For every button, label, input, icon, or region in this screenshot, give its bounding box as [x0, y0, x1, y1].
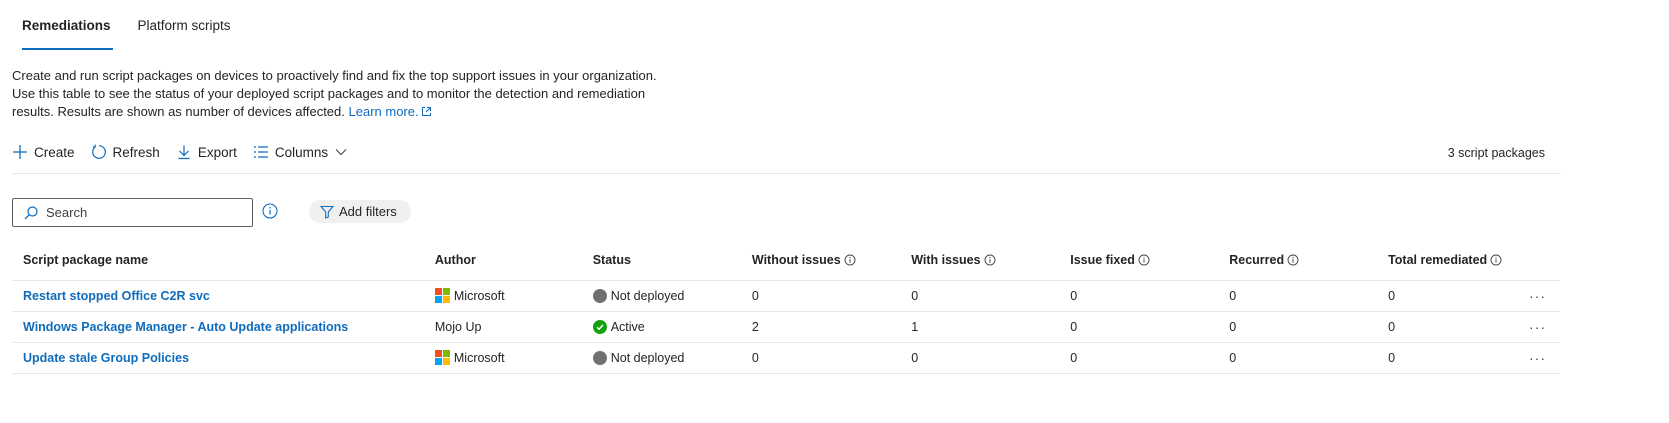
- script-packages-table: Script package name Author Status Withou…: [12, 240, 1560, 374]
- info-icon[interactable]: [1287, 254, 1299, 266]
- header-status[interactable]: Status: [581, 240, 741, 281]
- issue-fixed-value: 0: [1059, 311, 1219, 343]
- chevron-down-icon: [335, 149, 347, 156]
- info-icon: [262, 203, 278, 219]
- tab-remediations[interactable]: Remediations: [22, 0, 113, 50]
- more-options-icon[interactable]: ···: [1502, 311, 1560, 343]
- recurred-value: 0: [1218, 342, 1378, 374]
- header-total-remediated[interactable]: Total remediated: [1377, 240, 1503, 281]
- command-bar: Create Refresh Export Columns: [12, 141, 364, 163]
- script-package-name-link[interactable]: Restart stopped Office C2R svc: [23, 289, 210, 303]
- issue-fixed-value: 0: [1059, 342, 1219, 374]
- table-row[interactable]: Restart stopped Office C2R svc Microsoft…: [12, 280, 1560, 312]
- add-filters-button[interactable]: Add filters: [309, 200, 411, 223]
- microsoft-logo-icon: [434, 288, 450, 303]
- plus-icon: [13, 145, 27, 159]
- not-deployed-status-icon: [592, 288, 607, 303]
- total-remediated-value: 0: [1377, 311, 1503, 343]
- search-box[interactable]: [12, 198, 253, 227]
- export-button[interactable]: Export: [176, 144, 237, 160]
- green-check-icon: [592, 319, 607, 334]
- header-issue-fixed[interactable]: Issue fixed: [1059, 240, 1219, 281]
- header-author[interactable]: Author: [423, 240, 582, 281]
- with-issues-value: 0: [900, 280, 1060, 312]
- info-icon[interactable]: [844, 254, 856, 266]
- status-cell: Not deployed: [592, 350, 741, 365]
- download-icon: [178, 145, 190, 160]
- toolbar-divider: [12, 173, 1561, 174]
- tab-platform-scripts[interactable]: Platform scripts: [138, 0, 231, 50]
- info-icon[interactable]: [984, 254, 996, 266]
- without-issues-value: 0: [740, 342, 901, 374]
- columns-button[interactable]: Columns: [253, 144, 348, 160]
- learn-more-link[interactable]: Learn more.: [349, 104, 432, 119]
- search-icon: [24, 205, 38, 219]
- search-input[interactable]: [46, 205, 236, 220]
- create-button[interactable]: Create: [12, 144, 75, 160]
- refresh-icon: [91, 144, 106, 159]
- microsoft-logo-icon: [434, 350, 450, 365]
- not-deployed-status-icon: [592, 350, 607, 365]
- page-description: Create and run script packages on device…: [12, 67, 672, 121]
- header-actions: [1502, 240, 1560, 281]
- script-package-name-link[interactable]: Update stale Group Policies: [23, 351, 189, 365]
- table-row[interactable]: Windows Package Manager - Auto Update ap…: [12, 311, 1560, 343]
- total-remediated-value: 0: [1377, 280, 1503, 312]
- more-options-icon[interactable]: ···: [1502, 280, 1560, 312]
- author-cell: Microsoft: [434, 288, 582, 303]
- refresh-button[interactable]: Refresh: [91, 144, 160, 160]
- package-count: 3 script packages: [1447, 146, 1545, 160]
- search-info-button[interactable]: [262, 203, 278, 222]
- without-issues-value: 0: [740, 280, 901, 312]
- tab-bar: Remediations Platform scripts: [22, 0, 231, 50]
- without-issues-value: 2: [740, 311, 901, 343]
- recurred-value: 0: [1218, 280, 1378, 312]
- header-with-issues[interactable]: With issues: [900, 240, 1060, 281]
- script-package-name-link[interactable]: Windows Package Manager - Auto Update ap…: [23, 320, 348, 334]
- author-cell: Microsoft: [434, 350, 582, 365]
- info-icon[interactable]: [1138, 254, 1150, 266]
- status-cell: Active: [592, 319, 741, 334]
- info-icon[interactable]: [1490, 254, 1502, 266]
- header-recurred[interactable]: Recurred: [1218, 240, 1378, 281]
- description-text: Create and run script packages on device…: [12, 68, 657, 119]
- with-issues-value: 1: [900, 311, 1060, 343]
- table-row[interactable]: Update stale Group Policies Microsoft No…: [12, 342, 1560, 374]
- header-without-issues[interactable]: Without issues: [740, 240, 901, 281]
- header-script-package-name[interactable]: Script package name: [12, 240, 424, 281]
- recurred-value: 0: [1218, 311, 1378, 343]
- issue-fixed-value: 0: [1059, 280, 1219, 312]
- more-options-icon[interactable]: ···: [1502, 342, 1560, 374]
- filter-add-icon: [320, 205, 334, 219]
- list-icon: [253, 146, 268, 158]
- external-link-icon: [421, 107, 431, 116]
- total-remediated-value: 0: [1377, 342, 1503, 374]
- status-cell: Not deployed: [592, 288, 741, 303]
- table-header-row: Script package name Author Status Withou…: [12, 240, 1560, 281]
- with-issues-value: 0: [900, 342, 1060, 374]
- author-cell: Mojo Up: [434, 319, 482, 334]
